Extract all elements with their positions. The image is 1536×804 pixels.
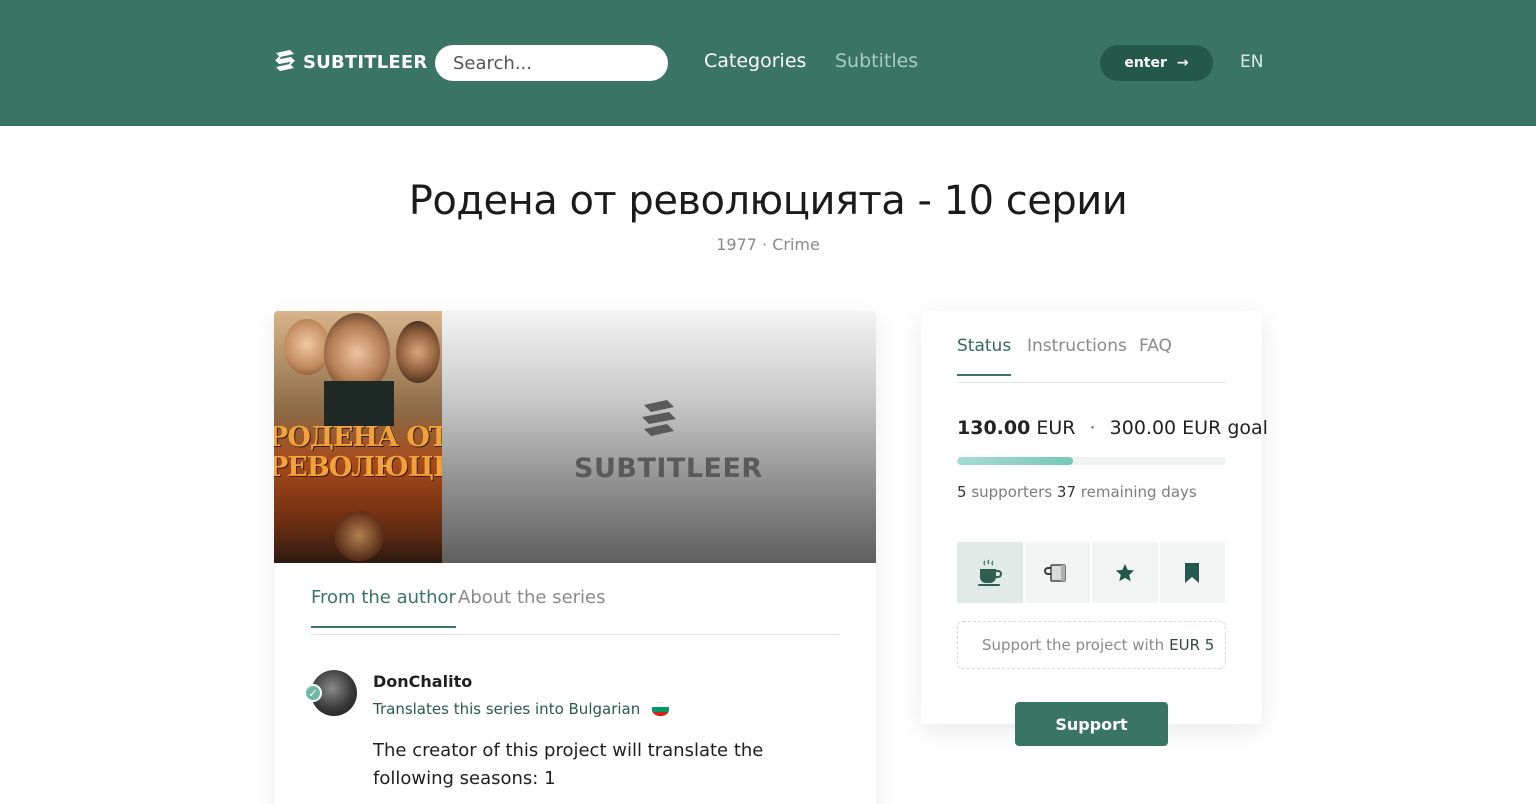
funding-separator: · bbox=[1089, 417, 1096, 439]
tab-status[interactable]: Status bbox=[957, 336, 1012, 376]
mug-icon bbox=[1044, 563, 1066, 582]
project-details-card: РОДЕНА ОТ РЕВОЛЮЦИЯТА SUBTITLEER From th… bbox=[274, 311, 876, 804]
funding-progress-fill bbox=[957, 457, 1073, 465]
verified-check-icon: ✓ bbox=[304, 684, 322, 702]
series-poster: РОДЕНА ОТ РЕВОЛЮЦИЯТА bbox=[274, 311, 442, 563]
funding-card: Status Instructions FAQ 130.00 EUR · 300… bbox=[921, 311, 1268, 724]
status-tabs: Status Instructions FAQ bbox=[957, 336, 1226, 383]
support-amount-field[interactable]: Support the project with EUR 5 bbox=[957, 621, 1226, 669]
funding-progress-bar bbox=[957, 457, 1226, 465]
nav-subtitles[interactable]: Subtitles bbox=[835, 50, 918, 72]
bookmark-icon bbox=[1185, 562, 1200, 583]
author-name[interactable]: DonChalito bbox=[373, 672, 472, 691]
tab-about-the-series[interactable]: About the series bbox=[458, 587, 606, 626]
tab-faq[interactable]: FAQ bbox=[1139, 336, 1172, 374]
tier-bookmark[interactable] bbox=[1159, 542, 1225, 603]
author-language-line: Translates this series into Bulgarian bbox=[373, 700, 670, 718]
arrow-right-icon: → bbox=[1176, 55, 1189, 71]
support-tier-selector bbox=[957, 542, 1225, 603]
remaining-days-label: remaining days bbox=[1080, 483, 1197, 501]
funding-stats: 5 supporters 37 remaining days bbox=[957, 483, 1197, 501]
page-title: Родена от революцията - 10 серии bbox=[408, 178, 1128, 224]
watermark-text: SUBTITLEER bbox=[574, 453, 763, 484]
enter-button[interactable]: enter → bbox=[1100, 45, 1213, 81]
top-header: SUBTITLEER Categories Subtitles enter → … bbox=[0, 0, 1536, 126]
language-selector[interactable]: EN bbox=[1240, 52, 1263, 72]
bulgaria-flag-icon bbox=[652, 702, 670, 716]
logo-icon bbox=[275, 50, 295, 71]
site-logo[interactable]: SUBTITLEER bbox=[273, 49, 427, 75]
goal-amount: 300.00 EUR goal bbox=[1109, 417, 1268, 439]
project-meta: 1977 · Crime bbox=[0, 235, 1536, 254]
tier-star[interactable] bbox=[1092, 542, 1158, 603]
raised-amount: 130.00 bbox=[957, 417, 1031, 439]
support-prompt: Support the project with bbox=[982, 636, 1165, 654]
logo-text: SUBTITLEER bbox=[303, 51, 428, 73]
project-genre[interactable]: Crime bbox=[772, 235, 820, 254]
author-subtitle: Translates this series into Bulgarian bbox=[373, 700, 641, 718]
coffee-cup-icon bbox=[977, 559, 1002, 586]
nav-categories[interactable]: Categories bbox=[704, 50, 806, 72]
project-year: 1977 bbox=[716, 235, 757, 254]
remaining-days-count: 37 bbox=[1056, 483, 1077, 501]
author-description: The creator of this project will transla… bbox=[373, 740, 764, 789]
poster-title: РОДЕНА ОТ РЕВОЛЮЦИЯТА bbox=[274, 422, 442, 483]
banner-watermark: SUBTITLEER bbox=[574, 399, 763, 484]
tier-mug[interactable] bbox=[1024, 542, 1090, 603]
star-icon bbox=[1115, 563, 1134, 581]
raised-currency: EUR bbox=[1036, 417, 1076, 439]
tab-from-the-author[interactable]: From the author bbox=[311, 587, 456, 628]
tab-instructions[interactable]: Instructions bbox=[1027, 336, 1127, 374]
search-input[interactable] bbox=[435, 45, 668, 81]
enter-label: enter bbox=[1124, 55, 1167, 71]
project-banner: РОДЕНА ОТ РЕВОЛЮЦИЯТА SUBTITLEER bbox=[274, 311, 876, 563]
support-amount: EUR 5 bbox=[1169, 636, 1215, 654]
author-tabs: From the author About the series bbox=[311, 587, 839, 635]
supporters-label: supporters bbox=[971, 483, 1053, 501]
tier-coffee[interactable] bbox=[957, 542, 1023, 603]
logo-icon bbox=[642, 400, 676, 436]
supporters-count: 5 bbox=[957, 483, 967, 501]
support-button[interactable]: Support bbox=[1015, 702, 1168, 746]
funding-amounts: 130.00 EUR · 300.00 EUR goal bbox=[957, 417, 1268, 439]
meta-separator: · bbox=[762, 235, 768, 254]
